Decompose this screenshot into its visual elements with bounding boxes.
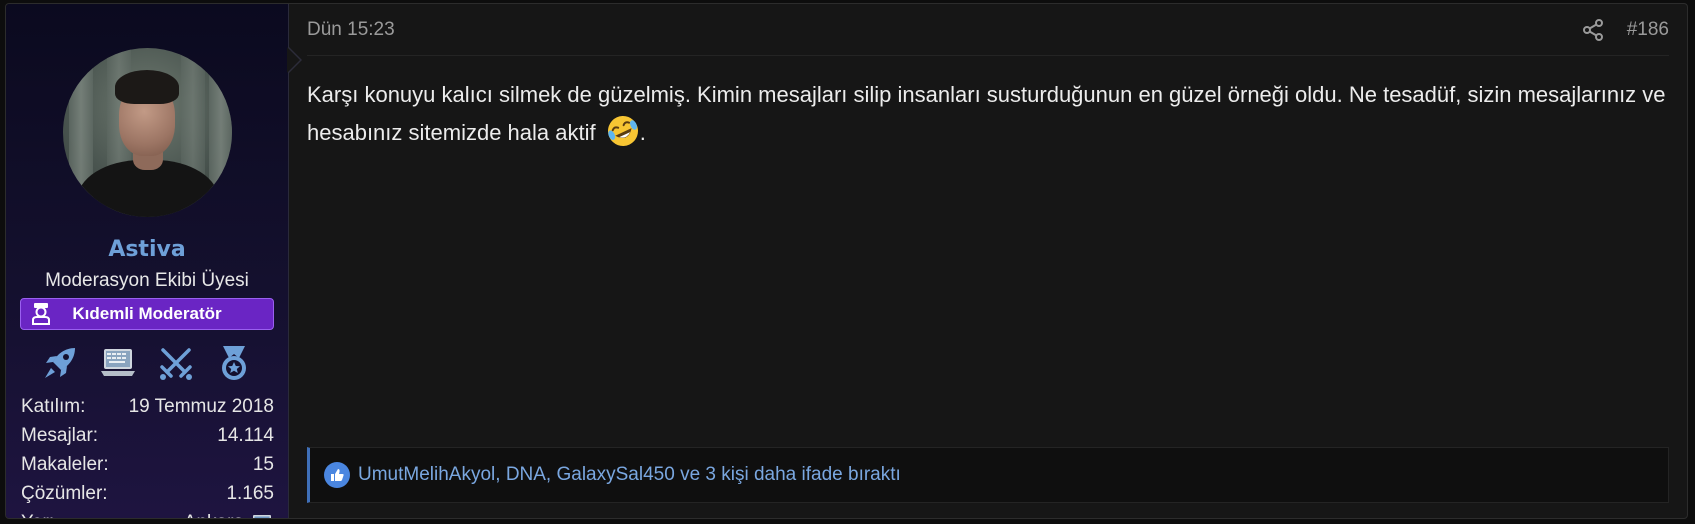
user-banner: Kıdemli Moderatör xyxy=(20,298,274,330)
medal-icon[interactable] xyxy=(213,342,255,384)
post-text-end: . xyxy=(639,120,646,145)
trophy-row xyxy=(6,342,288,382)
avatar[interactable] xyxy=(62,48,232,217)
like-icon xyxy=(324,462,350,488)
user-title: Moderasyon Ekibi Üyesi xyxy=(45,270,249,291)
moderator-icon xyxy=(32,303,50,325)
stat-joined: Katılım: 19 Temmuz 2018 xyxy=(21,396,274,417)
user-stats: Katılım: 19 Temmuz 2018 Mesajlar: 14.114… xyxy=(21,392,274,518)
post-number[interactable]: #186 xyxy=(1627,19,1669,41)
post-main: Dün 15:23 #186 Karşı konuyu kalıcı silme… xyxy=(287,4,1687,518)
rocket-icon[interactable] xyxy=(39,342,81,384)
stat-location: Yer: Ankara xyxy=(21,508,274,518)
reactions-text[interactable]: UmutMelihAkyol, DNA, GalaxySal450 ve 3 k… xyxy=(358,464,901,486)
post-date[interactable]: Dün 15:23 xyxy=(307,19,395,41)
stat-solutions: Çözümler: 1.165 xyxy=(21,483,274,504)
message-post: Astiva Moderasyon Ekibi Üyesi Kıdemli Mo… xyxy=(5,3,1688,519)
stat-messages: Mesajlar: 14.114 xyxy=(21,425,274,446)
crossed-swords-icon[interactable] xyxy=(155,342,197,384)
laptop-icon xyxy=(253,514,271,518)
banner-label: Kıdemli Moderatör xyxy=(72,304,222,323)
location-value[interactable]: Ankara xyxy=(184,508,244,518)
share-icon[interactable] xyxy=(1581,18,1605,42)
user-sidebar: Astiva Moderasyon Ekibi Üyesi Kıdemli Mo… xyxy=(6,4,289,518)
post-text: Karşı konuyu kalıcı silmek de güzelmiş. … xyxy=(307,82,1666,145)
stat-articles: Makaleler: 15 xyxy=(21,454,274,475)
username[interactable]: Astiva xyxy=(6,237,288,262)
post-header: Dün 15:23 #186 xyxy=(307,4,1669,56)
post-body: Karşı konuyu kalıcı silmek de güzelmiş. … xyxy=(307,76,1669,152)
laptop-icon[interactable] xyxy=(97,342,139,384)
rolling-on-floor-laughing-emoji xyxy=(607,116,638,146)
reactions-bar[interactable]: UmutMelihAkyol, DNA, GalaxySal450 ve 3 k… xyxy=(307,447,1669,503)
speech-arrow xyxy=(287,46,302,74)
